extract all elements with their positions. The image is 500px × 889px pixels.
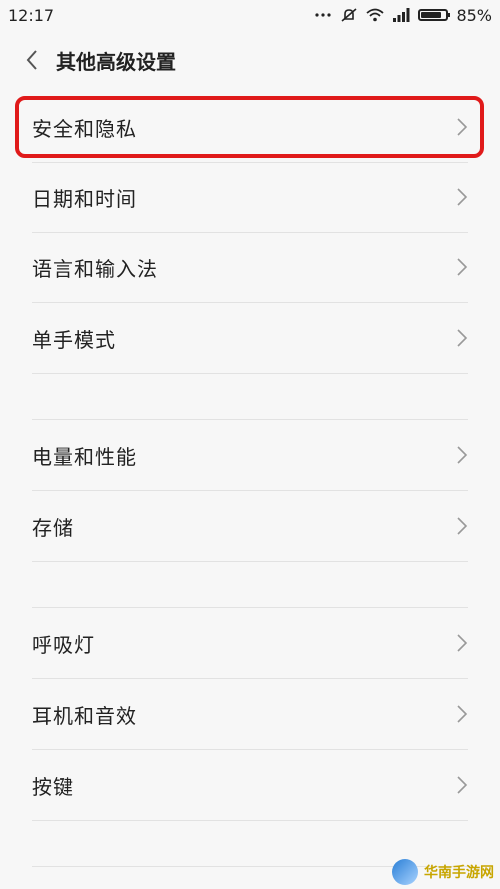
settings-item-label: 耳机和音效 xyxy=(32,703,137,728)
chevron-right-icon xyxy=(457,258,468,276)
watermark-text: 华南手游网 xyxy=(424,865,494,881)
settings-item-label: 电量和性能 xyxy=(32,444,137,469)
settings-item-label: 按键 xyxy=(32,774,74,799)
settings-item-label: 日期和时间 xyxy=(32,186,137,211)
settings-item-storage[interactable]: 存储 xyxy=(32,491,468,562)
wifi-icon xyxy=(366,7,385,23)
signal-icon xyxy=(392,7,410,23)
settings-item-battery-performance[interactable]: 电量和性能 xyxy=(32,420,468,491)
battery-percent: 85% xyxy=(456,5,492,25)
settings-item-label: 语言和输入法 xyxy=(32,256,158,281)
status-time: 12:17 xyxy=(8,5,55,25)
settings-item-label: 呼吸灯 xyxy=(32,632,95,657)
page-title: 其他高级设置 xyxy=(56,49,176,74)
chevron-left-icon xyxy=(26,50,37,70)
chevron-right-icon xyxy=(457,118,468,136)
settings-item-label: 单手模式 xyxy=(32,327,116,352)
battery-icon xyxy=(418,9,451,21)
chevron-right-icon xyxy=(457,329,468,347)
watermark: 华南手游网 xyxy=(392,859,494,885)
settings-item-label: 存储 xyxy=(32,515,74,540)
settings-item-security-privacy[interactable]: 安全和隐私 xyxy=(32,92,468,163)
chevron-right-icon xyxy=(457,517,468,535)
status-bar: 12:17 85% xyxy=(0,0,500,30)
settings-item-date-time[interactable]: 日期和时间 xyxy=(32,162,468,233)
more-icon xyxy=(314,7,332,23)
chevron-right-icon xyxy=(457,705,468,723)
chevron-right-icon xyxy=(457,188,468,206)
watermark-logo-icon xyxy=(392,859,418,885)
settings-item-one-hand-mode[interactable]: 单手模式 xyxy=(32,303,468,374)
page-header: 其他高级设置 xyxy=(0,30,500,90)
chevron-right-icon xyxy=(457,446,468,464)
settings-item-headphones-audio[interactable]: 耳机和音效 xyxy=(32,679,468,750)
settings-item-language-input[interactable]: 语言和输入法 xyxy=(32,232,468,303)
mute-icon xyxy=(340,7,358,23)
back-button[interactable] xyxy=(18,46,46,74)
status-icons: 85% xyxy=(314,6,492,25)
settings-item-label: 安全和隐私 xyxy=(32,116,137,141)
chevron-right-icon xyxy=(457,776,468,794)
chevron-right-icon xyxy=(457,634,468,652)
settings-item-breathing-light[interactable]: 呼吸灯 xyxy=(32,608,468,679)
settings-item-buttons[interactable]: 按键 xyxy=(32,750,468,821)
